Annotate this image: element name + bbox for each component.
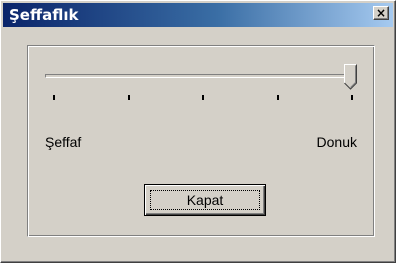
- slider-tick: [202, 95, 204, 100]
- slider-tick: [127, 95, 130, 100]
- opacity-slider-thumb[interactable]: [344, 64, 358, 90]
- opacity-slider-track[interactable]: [45, 74, 357, 78]
- slider-tick: [53, 95, 55, 100]
- slider-tick: [351, 95, 353, 100]
- title-bar[interactable]: Şeffaflık ×: [3, 3, 393, 27]
- slider-tick: [276, 95, 279, 100]
- close-button[interactable]: Kapat: [144, 184, 266, 216]
- transparency-dialog: Şeffaflık × Şeffaf Donuk Kapat: [0, 0, 396, 263]
- slider-min-label: Şeffaf: [45, 134, 82, 150]
- close-button-label: Kapat: [186, 192, 224, 208]
- window-title: Şeffaflık: [9, 6, 79, 24]
- close-icon: ×: [375, 6, 387, 20]
- slider-max-label: Donuk: [316, 134, 357, 150]
- titlebar-close-button[interactable]: ×: [373, 6, 389, 20]
